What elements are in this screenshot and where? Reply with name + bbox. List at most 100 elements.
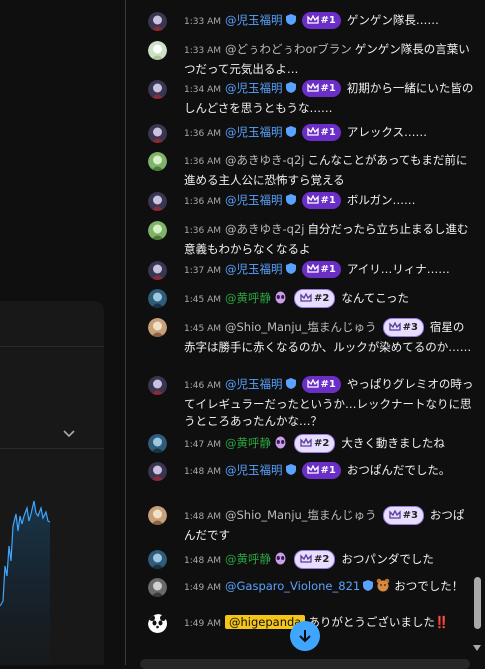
message-timestamp: 1:49 AM	[184, 619, 221, 629]
rank-badge: #1	[301, 12, 341, 29]
rank-badge-label: #2	[314, 293, 330, 304]
rank-badge: #2	[294, 289, 336, 308]
anime-avatar[interactable]	[148, 12, 167, 31]
anime-avatar[interactable]	[148, 124, 167, 143]
scroll-down-arrow-icon[interactable]	[472, 644, 482, 652]
message-timestamp: 1:48 AM	[184, 556, 221, 566]
verified-shield-icon	[285, 378, 296, 389]
message-author[interactable]: @どぅわどぅわorブラン	[225, 42, 352, 56]
alien-emoji-icon	[275, 552, 286, 565]
video-area-background	[0, 0, 125, 666]
message-author[interactable]: @あきゆき-q2j	[225, 153, 304, 167]
chat-message-body: 1:36 AM @あきゆき-q2j 自分だったら立ち止まるし進む意義もわからなくなる…	[184, 221, 474, 258]
rank-badge: #2	[294, 434, 336, 453]
chat-message-body: 1:46 AM @児玉福明 #1 やっぱりグレミオの時ってイレギュラーだったというか……	[184, 376, 474, 431]
message-text: ゲンゲン隊長……	[346, 13, 439, 27]
blue-avatar[interactable]	[148, 434, 167, 453]
rank-badge: #1	[301, 80, 341, 97]
blue-avatar[interactable]	[148, 289, 167, 308]
verified-shield-icon	[285, 263, 296, 274]
message-author[interactable]: @あきゆき-q2j	[225, 222, 304, 236]
chevron-down-icon[interactable]	[62, 429, 76, 439]
message-text: アレックス……	[346, 125, 427, 139]
chat-message-body: 1:33 AM @どぅわどぅわorブラン ゲンゲン隊長の言葉いつだって元気出るよ…	[184, 41, 474, 78]
message-author[interactable]: @児玉福明	[225, 13, 283, 27]
green-avatar[interactable]	[148, 152, 167, 171]
message-author[interactable]: @児玉福明	[225, 377, 283, 391]
crown-icon	[306, 14, 319, 24]
crown-icon	[306, 126, 319, 136]
manju-avatar[interactable]	[148, 318, 167, 337]
message-text: ボルガン……	[346, 193, 416, 207]
crown-icon	[388, 321, 401, 331]
message-timestamp: 1:46 AM	[184, 381, 221, 391]
crown-icon	[306, 263, 319, 273]
chat-message-body: 1:49 AM @higepanda ありがとうございました‼️	[184, 614, 474, 634]
anime-avatar[interactable]	[148, 192, 167, 211]
scrollbar-track[interactable]	[472, 0, 482, 665]
rank-badge: #2	[294, 550, 336, 569]
chat-message-body: 1:45 AM @Shio_Manju_塩まんじゅう #3 宿星の赤字は勝手に赤くなる…	[184, 318, 474, 356]
message-author[interactable]: @児玉福明	[225, 262, 283, 276]
rank-badge: #1	[301, 124, 341, 141]
bunny-avatar[interactable]	[148, 41, 167, 60]
message-text: アイリ…リィナ……	[346, 262, 450, 276]
rank-badge-label: #1	[320, 83, 336, 94]
message-author[interactable]: @黄呼静	[225, 552, 271, 566]
crown-icon	[300, 292, 312, 302]
message-timestamp: 1:36 AM	[184, 226, 221, 236]
crown-icon	[306, 82, 319, 92]
crown-icon	[306, 378, 319, 388]
chat-input-field[interactable]	[140, 659, 470, 669]
message-timestamp: 1:34 AM	[184, 85, 221, 95]
message-author[interactable]: @児玉福明	[225, 193, 283, 207]
message-timestamp: 1:45 AM	[184, 324, 221, 334]
crown-icon	[306, 464, 319, 474]
message-timestamp: 1:45 AM	[184, 295, 221, 305]
gray-avatar[interactable]	[148, 578, 167, 597]
verified-shield-icon	[285, 464, 296, 475]
message-author[interactable]: @黄呼静	[225, 436, 271, 450]
message-text: おつぱんだでした。	[346, 463, 451, 477]
chat-message-body: 1:33 AM @児玉福明 #1 ゲンゲン隊長……	[184, 12, 474, 32]
rank-badge-label: #2	[314, 554, 330, 565]
jump-to-latest-button[interactable]	[290, 621, 320, 651]
anime-avatar[interactable]	[148, 376, 167, 395]
anime-avatar[interactable]	[148, 462, 167, 481]
message-author[interactable]: @Gasparo_Violone_821	[225, 579, 360, 593]
rank-badge: #1	[301, 261, 341, 278]
rank-badge-label: #3	[402, 510, 418, 521]
manju-avatar[interactable]	[148, 506, 167, 525]
chat-message-body: 1:37 AM @児玉福明 #1 アイリ…リィナ……	[184, 261, 474, 281]
message-author[interactable]: @児玉福明	[225, 81, 283, 95]
alien-emoji-icon	[275, 436, 286, 449]
message-timestamp: 1:47 AM	[184, 440, 221, 450]
card-divider	[0, 448, 104, 449]
rank-badge: #3	[382, 506, 424, 525]
alien-emoji-icon	[275, 291, 286, 304]
anime-avatar[interactable]	[148, 261, 167, 280]
message-timestamp: 1:33 AM	[184, 17, 221, 27]
message-text: ありがとうございました‼️	[308, 615, 450, 629]
message-text: おつパンダでした	[341, 552, 434, 566]
message-author[interactable]: @黄呼静	[225, 291, 271, 305]
scrollbar-thumb[interactable]	[474, 577, 481, 629]
message-author[interactable]: @Shio_Manju_塩まんじゅう	[225, 508, 377, 522]
chat-message-body: 1:36 AM @児玉福明 #1 ボルガン……	[184, 192, 474, 212]
rank-badge-label: #1	[320, 15, 336, 26]
chat-message-body: 1:45 AM @黄呼静 #2 なんてこった	[184, 289, 474, 310]
blue-avatar[interactable]	[148, 550, 167, 569]
chat-message-body: 1:49 AM @Gasparo_Violone_821 おつでした！	[184, 578, 474, 598]
card-divider	[0, 346, 104, 347]
message-text: 大きく動きましたね	[341, 436, 445, 450]
crown-icon	[306, 194, 319, 204]
analytics-card	[0, 301, 104, 666]
rank-badge-label: #1	[320, 195, 336, 206]
anime-avatar[interactable]	[148, 80, 167, 99]
message-author[interactable]: @児玉福明	[225, 463, 283, 477]
message-author[interactable]: @Shio_Manju_塩まんじゅう	[225, 320, 377, 334]
green-avatar[interactable]	[148, 221, 167, 240]
panda-avatar[interactable]	[148, 614, 170, 636]
bear-emoji-icon	[376, 578, 390, 592]
message-author[interactable]: @児玉福明	[225, 125, 283, 139]
